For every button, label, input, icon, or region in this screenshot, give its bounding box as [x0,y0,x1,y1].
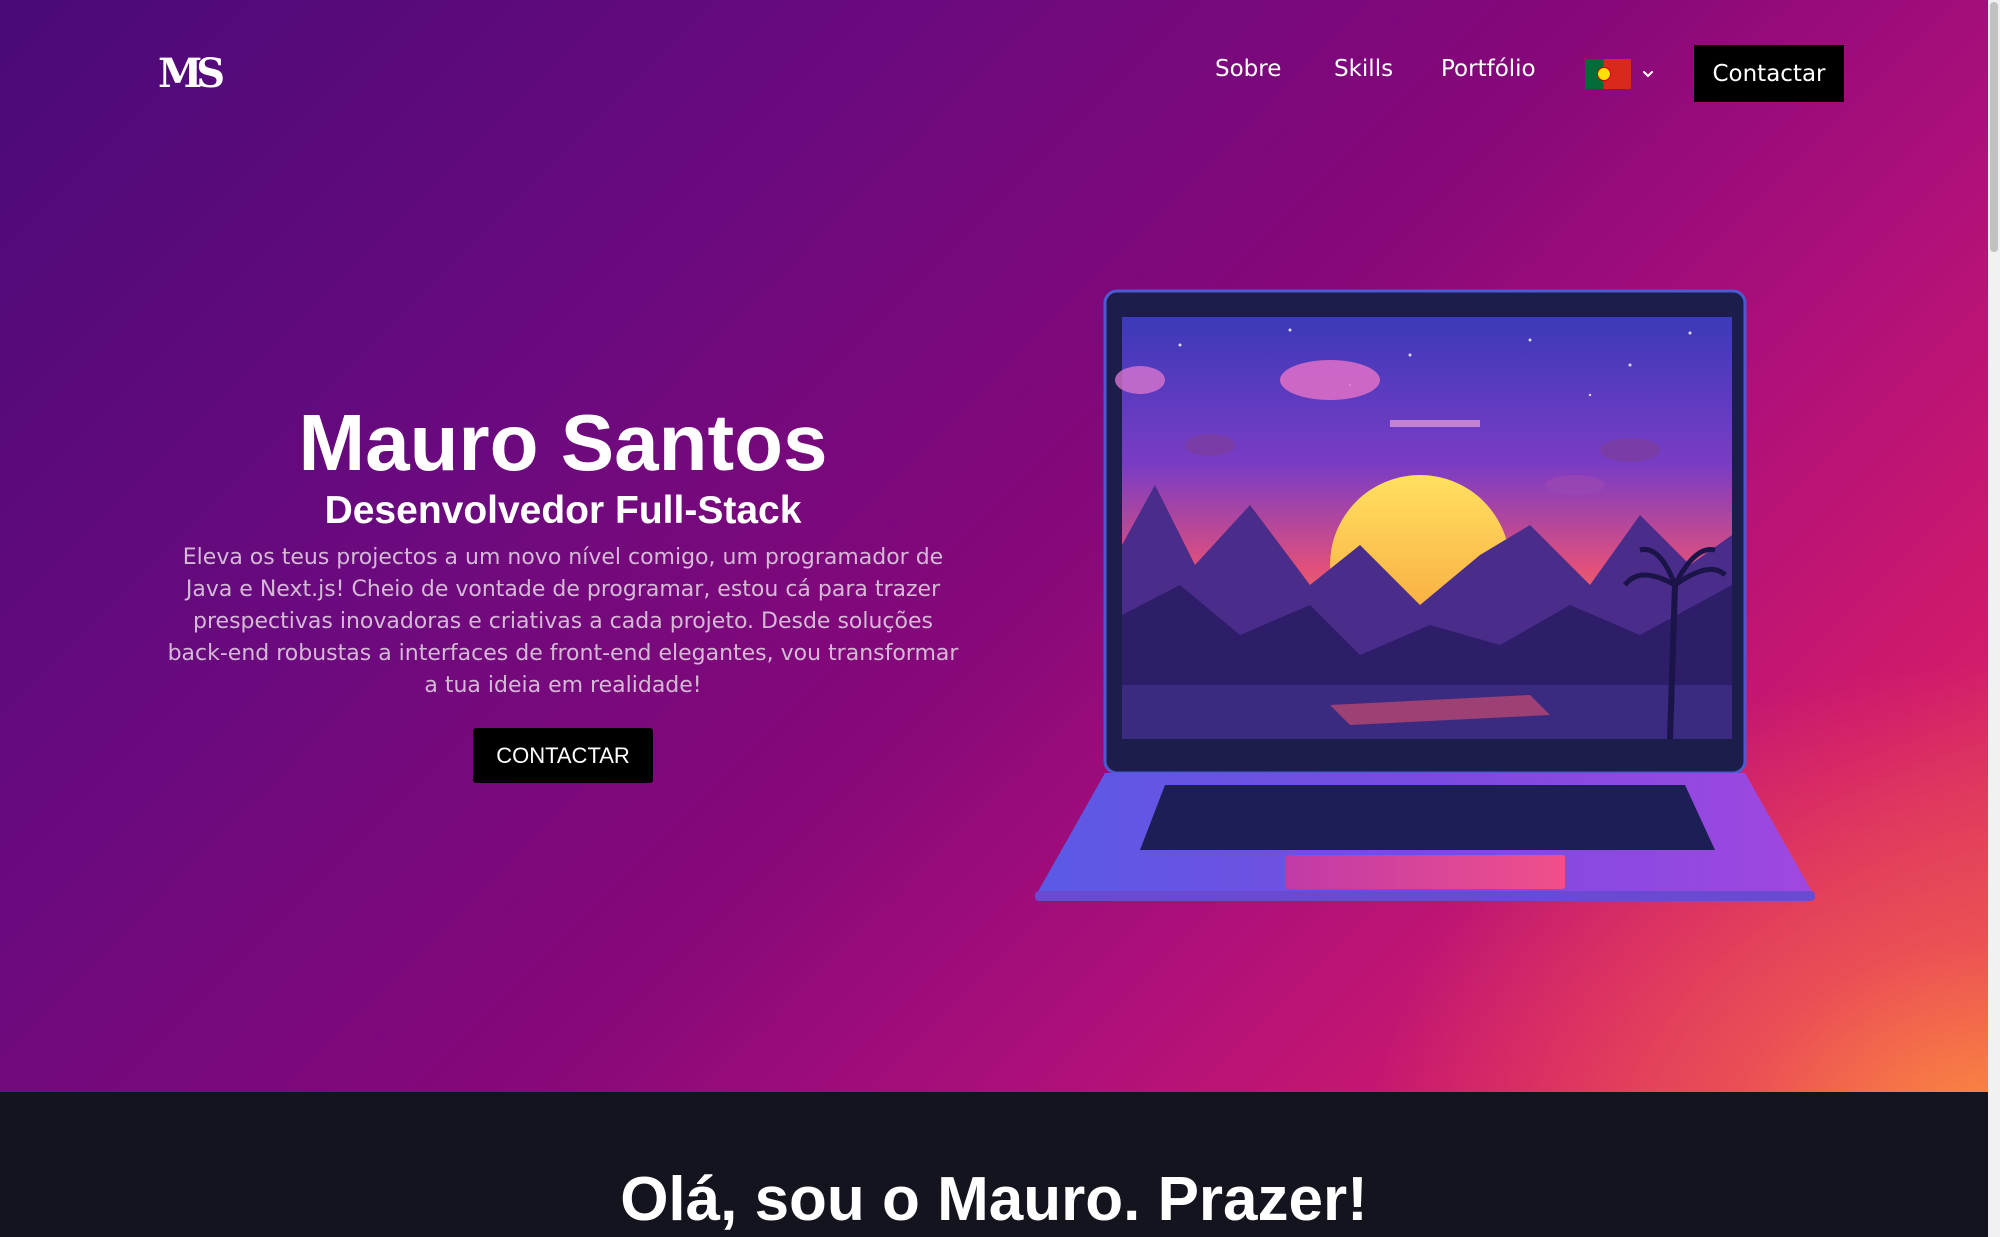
about-section: Olá, sou o Mauro. Prazer! [0,1092,1988,1237]
hero-name: Mauro Santos [298,398,828,487]
nav-link-portfolio[interactable]: Portfólio [1441,56,1536,82]
scrollbar-thumb[interactable] [1990,2,1998,252]
hero-text-block: Mauro Santos Desenvolvedor Full-Stack El… [160,398,966,783]
nav-contact-button[interactable]: Contactar [1694,45,1844,102]
page-scrollbar[interactable] [1988,0,2000,1237]
hero-description: Eleva os teus projectos a um novo nível … [167,545,959,698]
page: MS Sobre Skills Portfólio Contactar Maur… [0,0,2000,1237]
laptop-illustration [1035,289,1815,901]
hero-contact-button[interactable]: CONTACTAR [473,728,653,783]
chevron-down-icon [1643,71,1653,77]
nav-link-skills[interactable]: Skills [1334,56,1393,82]
hero-section: MS Sobre Skills Portfólio Contactar Maur… [0,0,1988,1092]
about-title: Olá, sou o Mauro. Prazer! [620,1165,1368,1234]
nav-link-sobre[interactable]: Sobre [1215,56,1281,82]
hero-role: Desenvolvedor Full-Stack [324,489,802,532]
language-selector[interactable] [1585,58,1655,90]
site-logo[interactable]: MS [158,50,225,97]
portugal-flag-icon [1585,59,1631,89]
